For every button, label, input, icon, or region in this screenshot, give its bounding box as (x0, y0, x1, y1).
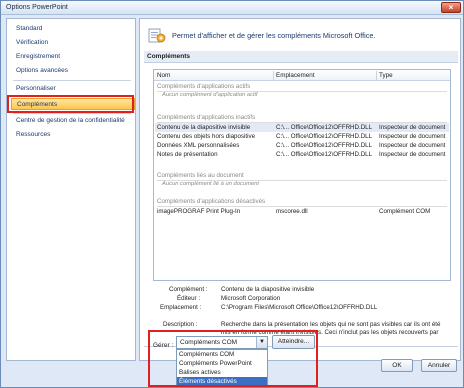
detail-value-editeur: Microsoft Corporation (221, 295, 281, 302)
sidebar-item-standard[interactable]: Standard (11, 23, 135, 35)
group-active-title: Compléments d'applications actifs (157, 83, 251, 90)
column-header-type[interactable]: Type (379, 72, 393, 79)
column-header-emplacement[interactable]: Emplacement (276, 72, 315, 79)
section-title: Compléments (144, 51, 458, 63)
table-cell-type: Complément COM (379, 208, 431, 215)
sidebar-item-verification[interactable]: Vérification (11, 37, 135, 49)
group-active-empty: Aucun complément d'application actif (162, 92, 258, 98)
table-cell-location: C:\... Office\Office12\OFFRHD.DLL (276, 142, 373, 149)
column-header-nom[interactable]: Nom (157, 72, 170, 79)
column-divider (376, 71, 377, 80)
sidebar-divider (13, 80, 131, 81)
sidebar-item-personnaliser[interactable]: Personnaliser (11, 83, 135, 95)
table-cell-name[interactable]: Contenu des objets hors diapositive (157, 133, 255, 140)
close-icon: × (448, 3, 454, 12)
table-cell-name: Contenu de la diapositive invisible (157, 124, 251, 131)
powerpoint-options-window: Options PowerPoint × Standard Vérificati… (0, 0, 464, 388)
title-bar: Options PowerPoint × (1, 1, 463, 15)
panel-header-text: Permet d'afficher et de gérer les complé… (172, 31, 376, 40)
window-title: Options PowerPoint (6, 4, 68, 11)
sidebar: Standard Vérification Enregistrement Opt… (6, 18, 136, 361)
detail-label-emplacement: Emplacement : (160, 304, 202, 311)
group-document-empty: Aucun complément lié à un document (162, 181, 259, 187)
group-divider (157, 206, 447, 207)
addin-gear-icon (148, 28, 166, 43)
table-cell-name[interactable]: Données XML personnalisées (157, 142, 239, 149)
detail-value-complement: Contenu de la diapositive invisible (221, 286, 315, 293)
detail-label-editeur: Éditeur : (177, 295, 201, 302)
addins-panel: Permet d'afficher et de gérer les complé… (139, 18, 461, 361)
highlight-box-sidebar (7, 95, 134, 113)
detail-value-emplacement: C:\Program Files\Microsoft Office\Office… (221, 304, 378, 311)
table-cell-location: C:\... Office\Office12\OFFRHD.DLL (276, 133, 373, 140)
sidebar-divider (13, 113, 131, 114)
group-inactive-title: Compléments d'applications inactifs (157, 114, 256, 121)
ok-button[interactable]: OK (381, 359, 413, 372)
table-cell-type: Inspecteur de document (379, 151, 446, 158)
sidebar-item-ressources[interactable]: Ressources (11, 129, 135, 141)
panel-header: Permet d'afficher et de gérer les complé… (148, 26, 456, 46)
addins-table[interactable]: Nom Emplacement Type Compléments d'appli… (153, 69, 451, 281)
highlight-box-manage (148, 330, 318, 387)
table-cell-name[interactable]: Notes de présentation (157, 151, 218, 158)
table-cell-location: C:\... Office\Office12\OFFRHD.DLL (276, 151, 373, 158)
detail-label-complement: Complément : (169, 286, 208, 293)
detail-label-description: Description : (163, 321, 198, 328)
group-disabled-title: Compléments d'applications désactivés (157, 198, 266, 205)
sidebar-item-options-avancees[interactable]: Options avancées (11, 65, 135, 77)
column-divider (273, 71, 274, 80)
cancel-button[interactable]: Annuler (421, 359, 457, 372)
close-button[interactable]: × (441, 2, 461, 13)
table-cell-location: mscoree.dll (276, 208, 308, 215)
table-header: Nom Emplacement Type (154, 70, 450, 81)
table-cell-type: Inspecteur de document (379, 142, 446, 149)
sidebar-item-enregistrement[interactable]: Enregistrement (11, 51, 135, 63)
table-cell-type: Inspecteur de document (379, 124, 446, 131)
table-cell-location: C:\... Office\Office12\OFFRHD.DLL (276, 124, 373, 131)
group-document-title: Compléments liés au document (157, 172, 244, 179)
sidebar-item-confidentialite[interactable]: Centre de gestion de la confidentialité (11, 115, 135, 127)
table-cell-name[interactable]: imagePROGRAF Print Plug-In (157, 208, 240, 215)
table-cell-type: Inspecteur de document (379, 133, 446, 140)
